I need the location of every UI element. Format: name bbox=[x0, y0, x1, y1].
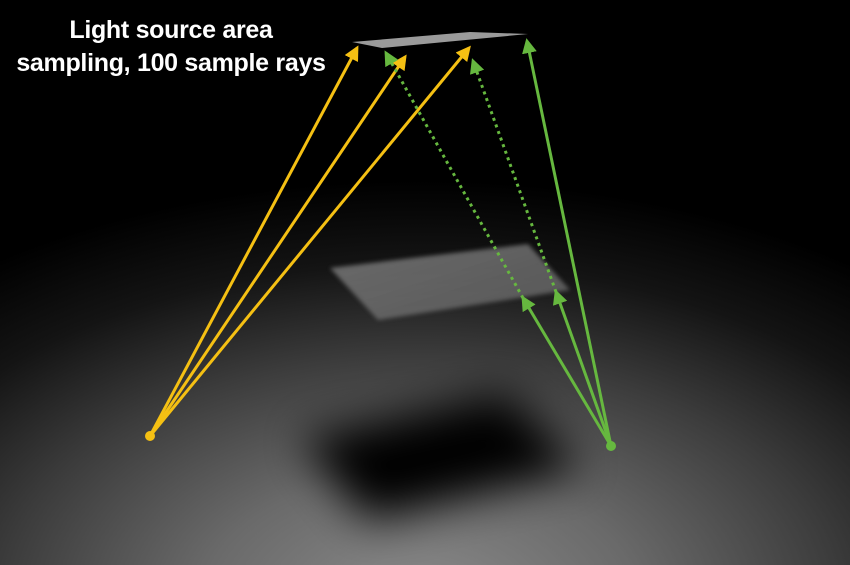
ray-a-3 bbox=[148, 45, 471, 437]
ray-a-1 bbox=[148, 45, 359, 437]
ray-a-2 bbox=[148, 54, 407, 437]
point-a-rays bbox=[148, 45, 471, 437]
scene: Light source area sampling, 100 sample r… bbox=[0, 0, 850, 565]
caption-line-2: sampling, 100 sample rays bbox=[16, 48, 326, 77]
point-b-rays bbox=[384, 38, 613, 447]
occluder-quad bbox=[330, 244, 570, 320]
point-a bbox=[145, 431, 155, 441]
area-light-source bbox=[352, 32, 528, 48]
floor-shadow bbox=[300, 392, 582, 520]
caption-line-1: Light source area bbox=[69, 16, 273, 44]
diagram-canvas bbox=[145, 32, 616, 520]
caption: Light source area sampling, 100 sample r… bbox=[6, 14, 336, 79]
point-b bbox=[606, 441, 616, 451]
